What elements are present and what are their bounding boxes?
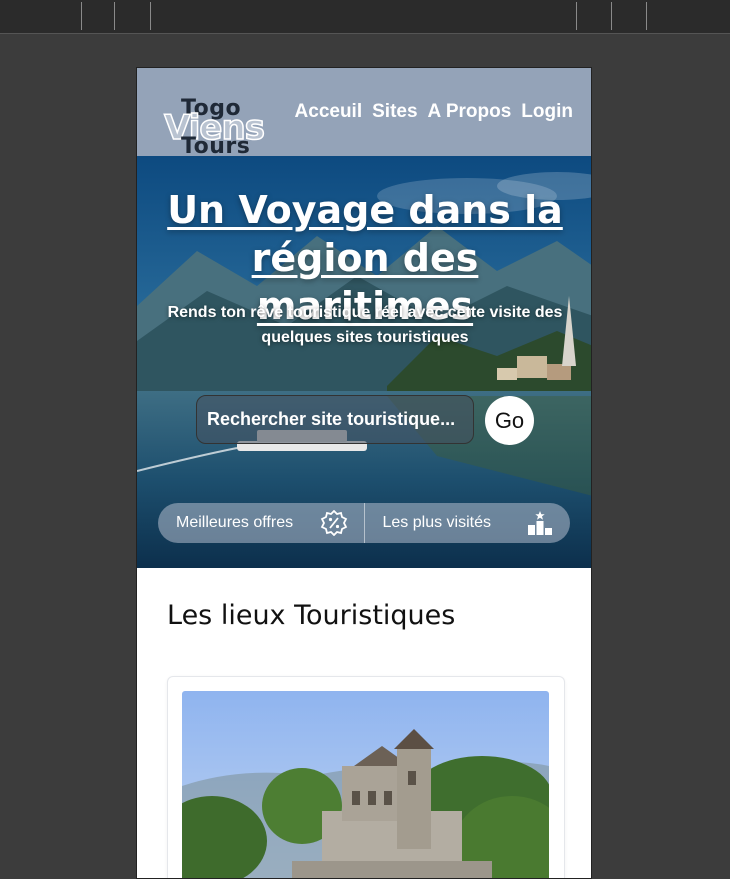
toolbar-separator (576, 2, 577, 30)
best-offers-button[interactable]: Meilleures offres (158, 503, 365, 543)
toolbar-separator (114, 2, 115, 30)
navbar: Togo Viens Tours Acceuil Sites A Propos … (137, 68, 591, 159)
brand-logo[interactable]: Togo Viens Tours (159, 82, 269, 159)
nav-links: Acceuil Sites A Propos Login (295, 101, 573, 123)
toolbar-separator (611, 2, 612, 30)
most-visited-label: Les plus visités (382, 514, 492, 531)
hero-subtitle: Rends ton rêve touristique réel avec cet… (167, 304, 563, 346)
device-viewport: Togo Viens Tours Acceuil Sites A Propos … (136, 67, 592, 879)
nav-link-login[interactable]: Login (521, 101, 573, 123)
go-button[interactable]: Go (485, 396, 534, 445)
hero-section: Un Voyage dans la région des maritimes R… (137, 156, 591, 568)
nav-link-acceuil[interactable]: Acceuil (295, 101, 363, 123)
devtools-toolbar (0, 0, 730, 34)
filter-pill: Meilleures offres Les plus visités (158, 503, 570, 543)
toolbar-separator (646, 2, 647, 30)
toolbar-separator (150, 2, 151, 30)
nav-link-sites[interactable]: Sites (372, 101, 417, 123)
site-card[interactable] (167, 676, 565, 878)
most-visited-button[interactable]: Les plus visités (365, 503, 571, 543)
search-input[interactable] (196, 395, 474, 444)
percent-badge-icon (320, 510, 347, 536)
site-image-castle (182, 691, 549, 878)
nav-link-a-propos[interactable]: A Propos (428, 101, 512, 123)
best-offers-label: Meilleures offres (176, 514, 294, 531)
section-title: Les lieux Touristiques (167, 600, 456, 631)
toolbar-separator (81, 2, 82, 30)
podium-icon (528, 511, 552, 535)
